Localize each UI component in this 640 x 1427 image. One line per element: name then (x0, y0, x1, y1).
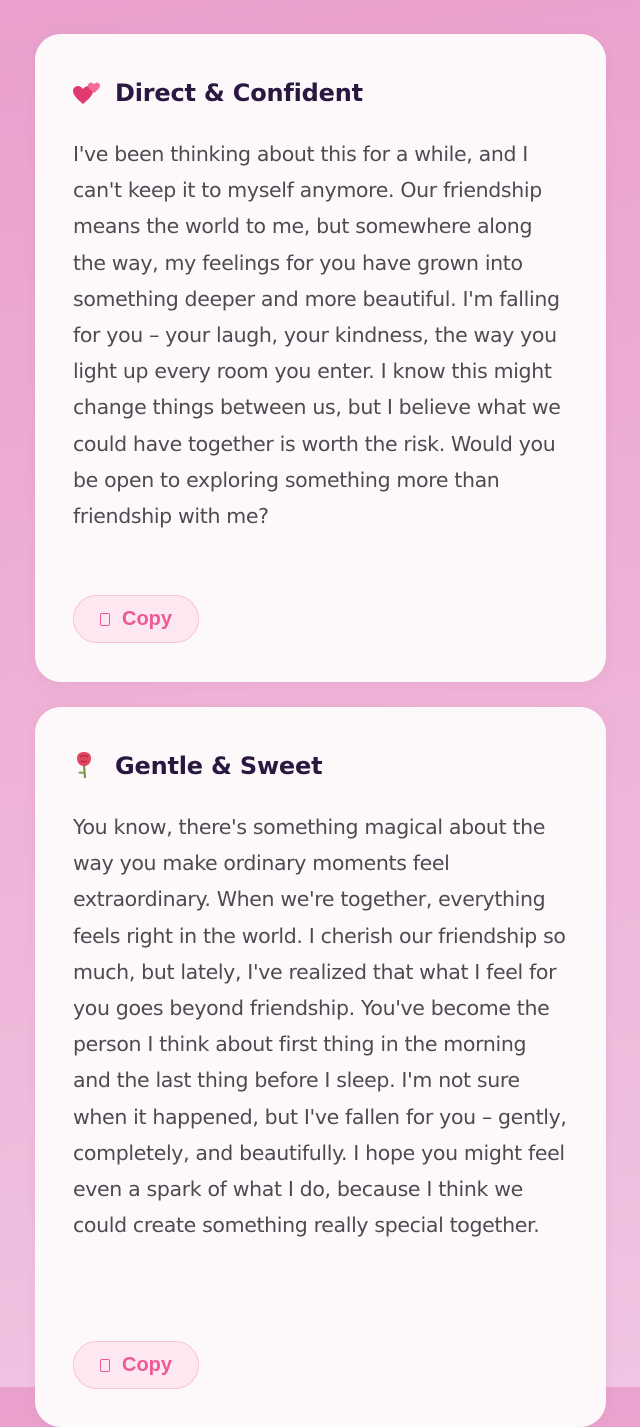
message-card: Gentle & Sweet You know, there's somethi… (35, 707, 606, 1427)
copy-icon (100, 612, 110, 626)
copy-button[interactable]: Copy (73, 1341, 199, 1389)
rose-icon (73, 752, 103, 779)
copy-label: Copy (122, 1353, 172, 1376)
card-header: Gentle & Sweet (73, 752, 568, 780)
two-hearts-icon (73, 80, 103, 106)
copy-label: Copy (122, 607, 172, 630)
copy-button[interactable]: Copy (73, 595, 199, 643)
message-text: I've been thinking about this for a whil… (73, 142, 561, 529)
card-title: Gentle & Sweet (115, 752, 323, 780)
copy-icon (100, 1358, 110, 1372)
message-text: You know, there's something magical abou… (73, 815, 567, 1238)
message-card: Direct & Confident I've been thinking ab… (35, 34, 606, 682)
card-header: Direct & Confident (73, 79, 568, 107)
card-title: Direct & Confident (115, 79, 363, 107)
